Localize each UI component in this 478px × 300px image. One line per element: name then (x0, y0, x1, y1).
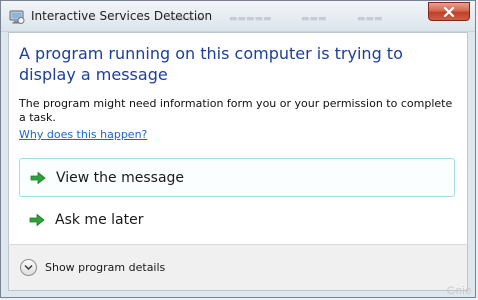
why-does-this-happen-link[interactable]: Why does this happen? (19, 128, 147, 141)
monitor-shield-icon (9, 9, 25, 25)
background-title-blur: ▬▬▬▬▬ (229, 14, 272, 24)
view-message-command[interactable]: View the message (19, 158, 455, 197)
show-details-label: Show program details (45, 261, 166, 274)
description-text: The program might need information form … (19, 97, 453, 124)
window-title: Interactive Services Detection (31, 9, 213, 23)
close-icon (443, 6, 455, 17)
title-bar[interactable]: ▬▬▬▬ ▬▬▬▬▬ ▬▬▬ ▬▬▬ Interactive Services … (1, 1, 475, 32)
close-button[interactable] (428, 2, 470, 21)
green-arrow-icon (24, 213, 50, 227)
watermark: Gnie (446, 285, 472, 297)
dialog-footer: Show program details (8, 244, 468, 291)
ask-me-later-command[interactable]: Ask me later (19, 200, 455, 239)
command-label: Ask me later (55, 211, 144, 228)
background-title-blur: ▬▬▬ (357, 14, 383, 24)
command-label: View the message (56, 169, 185, 186)
green-arrow-icon (25, 171, 51, 185)
background-title-blur: ▬▬▬ (301, 14, 327, 24)
main-instruction: A program running on this computer is tr… (19, 44, 403, 84)
show-program-details-toggle[interactable]: Show program details (20, 259, 165, 276)
chevron-down-icon (20, 259, 37, 276)
dialog-window: ▬▬▬▬ ▬▬▬▬▬ ▬▬▬ ▬▬▬ Interactive Services … (0, 0, 476, 298)
dialog-content: A program running on this computer is tr… (8, 32, 468, 244)
